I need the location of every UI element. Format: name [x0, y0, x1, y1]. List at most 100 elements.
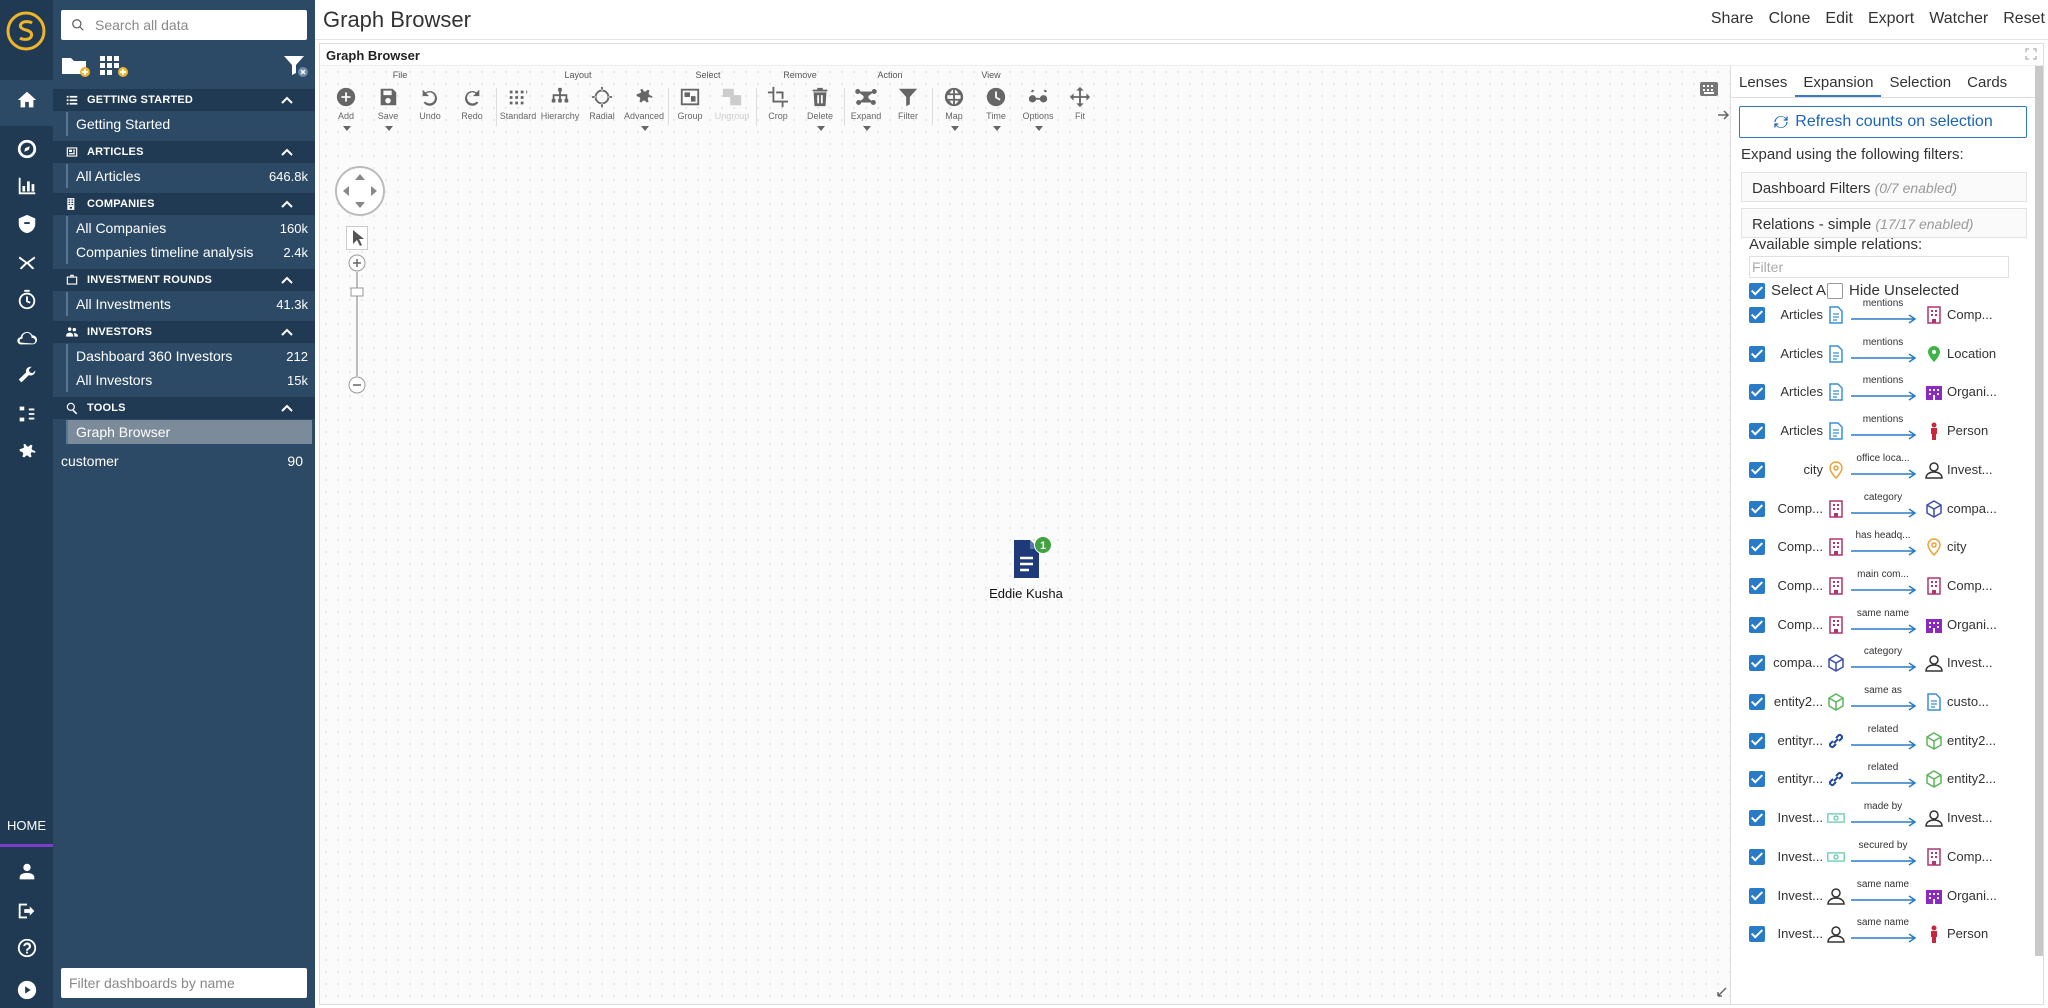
- gear-icon[interactable]: [0, 434, 53, 470]
- tab-expansion[interactable]: Expansion: [1795, 66, 1882, 97]
- search-input[interactable]: [95, 17, 295, 33]
- sidebar-item-all-investments[interactable]: All Investments 41.3k: [66, 292, 312, 316]
- right-panel-scrollbar[interactable]: [2035, 66, 2043, 956]
- relation-checkbox[interactable]: [1749, 577, 1765, 594]
- network-icon[interactable]: [0, 244, 53, 280]
- chevron-up-icon[interactable]: [279, 144, 295, 160]
- export-link[interactable]: Export: [1868, 10, 1914, 28]
- sidebar-item-all-articles[interactable]: All Articles 646.8k: [66, 164, 312, 188]
- user-icon[interactable]: [0, 854, 53, 890]
- app-logo-icon[interactable]: [5, 10, 47, 52]
- compass-icon[interactable]: [0, 131, 53, 167]
- relation-checkbox[interactable]: [1749, 500, 1765, 517]
- relation-row[interactable]: Invest... same name Organi...: [1749, 879, 2019, 913]
- relation-row[interactable]: Comp... category compa...: [1749, 492, 2019, 526]
- clone-link[interactable]: Clone: [1769, 10, 1811, 28]
- sidebar-item-companies-timeline[interactable]: Companies timeline analysis 2.4k: [66, 240, 312, 264]
- sidebar-item-graph-browser[interactable]: Graph Browser: [66, 420, 312, 444]
- map-button[interactable]: Map: [934, 86, 974, 131]
- chevron-up-icon[interactable]: [279, 324, 295, 340]
- dashboard-filter-input[interactable]: [69, 975, 289, 991]
- relation-row[interactable]: Invest... secured by Comp...: [1749, 840, 2019, 874]
- reset-link[interactable]: Reset: [2003, 10, 2045, 28]
- home-icon[interactable]: [0, 82, 53, 118]
- watcher-link[interactable]: Watcher: [1929, 10, 1988, 28]
- relation-row[interactable]: Invest... made by Invest...: [1749, 801, 2019, 835]
- relation-row[interactable]: Comp... has headq... city: [1749, 530, 2019, 564]
- chevron-up-icon[interactable]: [279, 196, 295, 212]
- relation-row[interactable]: entityr... related entity2...: [1749, 724, 2019, 758]
- resize-corner-icon[interactable]: [1716, 986, 1728, 998]
- time-button[interactable]: Time: [976, 86, 1016, 131]
- relation-row[interactable]: compa... category Invest...: [1749, 646, 2019, 680]
- play-icon[interactable]: [0, 972, 53, 1008]
- relations-simple-accordion[interactable]: Relations - simple (17/17 enabled): [1741, 208, 2027, 238]
- stopwatch-icon[interactable]: [0, 282, 53, 318]
- group-button[interactable]: Group: [670, 86, 710, 130]
- relation-row[interactable]: Articles mentions Organi...: [1749, 375, 2019, 409]
- relation-row[interactable]: Comp... main com... Comp...: [1749, 569, 2019, 603]
- sidebar-item-all-companies[interactable]: All Companies 160k: [66, 216, 312, 240]
- relation-row[interactable]: entity2... same as custo...: [1749, 685, 2019, 719]
- graph-canvas[interactable]: File Layout Select Remove Action View Ad…: [320, 66, 1730, 1004]
- relation-row[interactable]: city office loca... Invest...: [1749, 453, 2019, 487]
- relation-checkbox[interactable]: [1749, 810, 1765, 827]
- relation-row[interactable]: Articles mentions Comp...: [1749, 298, 2019, 332]
- sidebar-item-getting-started[interactable]: Getting Started: [66, 112, 312, 136]
- relation-row[interactable]: Invest... same name Person: [1749, 917, 2019, 951]
- relation-checkbox[interactable]: [1749, 423, 1765, 440]
- advanced-layout-button[interactable]: Advanced: [624, 86, 664, 131]
- relations-filter-input[interactable]: [1749, 256, 2009, 278]
- chevron-up-icon[interactable]: [279, 92, 295, 108]
- section-tools[interactable]: TOOLS: [53, 397, 315, 419]
- dashboard-filter-box[interactable]: [61, 968, 307, 998]
- keyboard-icon[interactable]: [1700, 82, 1718, 96]
- undo-button[interactable]: Undo: [410, 86, 450, 130]
- relation-checkbox[interactable]: [1749, 771, 1765, 788]
- relation-checkbox[interactable]: [1749, 732, 1765, 749]
- share-link[interactable]: Share: [1711, 10, 1754, 28]
- sidebar-item-dashboard-360-investors[interactable]: Dashboard 360 Investors 212: [66, 344, 312, 368]
- options-button[interactable]: Options: [1018, 86, 1058, 131]
- pan-control[interactable]: [335, 166, 385, 216]
- clear-filter-icon[interactable]: [283, 54, 309, 78]
- sidebar-item-customer[interactable]: customer 90: [61, 450, 307, 472]
- expand-button[interactable]: Expand: [846, 86, 886, 131]
- bar-chart-icon[interactable]: [0, 168, 53, 204]
- dashboard-filters-accordion[interactable]: Dashboard Filters (0/7 enabled): [1741, 172, 2027, 202]
- redo-button[interactable]: Redo: [452, 86, 492, 130]
- refresh-counts-button[interactable]: Refresh counts on selection: [1739, 106, 2027, 138]
- relation-row[interactable]: Articles mentions Location: [1749, 337, 2019, 371]
- crop-button[interactable]: Crop: [758, 86, 798, 130]
- zoom-slider-icon[interactable]: [346, 254, 368, 394]
- wrench-icon[interactable]: [0, 358, 53, 394]
- relation-checkbox[interactable]: [1749, 694, 1765, 710]
- add-button[interactable]: Add: [326, 86, 366, 131]
- ungroup-button[interactable]: Ungroup: [712, 86, 752, 130]
- relation-checkbox[interactable]: [1749, 887, 1765, 904]
- search-box[interactable]: [61, 10, 307, 40]
- section-companies[interactable]: COMPANIES: [53, 193, 315, 215]
- section-articles[interactable]: ARTICLES: [53, 141, 315, 163]
- relation-row[interactable]: Articles mentions Person: [1749, 414, 2019, 448]
- relation-checkbox[interactable]: [1749, 345, 1765, 362]
- relation-checkbox[interactable]: [1749, 307, 1765, 323]
- radial-layout-button[interactable]: Radial: [582, 86, 622, 130]
- edit-link[interactable]: Edit: [1825, 10, 1853, 28]
- select-all-checkbox[interactable]: Select All: [1749, 282, 1833, 299]
- section-getting-started[interactable]: GETTING STARTED: [53, 89, 315, 111]
- add-dashboard-icon[interactable]: [99, 54, 129, 78]
- chevron-up-icon[interactable]: [279, 272, 295, 288]
- tab-selection[interactable]: Selection: [1881, 66, 1959, 97]
- logout-icon[interactable]: [0, 893, 53, 929]
- relation-row[interactable]: entityr... related entity2...: [1749, 762, 2019, 796]
- checkbox-unchecked[interactable]: [1827, 282, 1843, 299]
- fit-button[interactable]: Fit: [1060, 86, 1100, 130]
- relation-checkbox[interactable]: [1749, 539, 1765, 556]
- filter-button[interactable]: Filter: [888, 86, 928, 130]
- relation-checkbox[interactable]: [1749, 461, 1765, 478]
- section-investment-rounds[interactable]: INVESTMENT ROUNDS: [53, 269, 315, 291]
- add-folder-icon[interactable]: [61, 54, 91, 78]
- section-investors[interactable]: INVESTORS: [53, 321, 315, 343]
- save-button[interactable]: Save: [368, 86, 408, 131]
